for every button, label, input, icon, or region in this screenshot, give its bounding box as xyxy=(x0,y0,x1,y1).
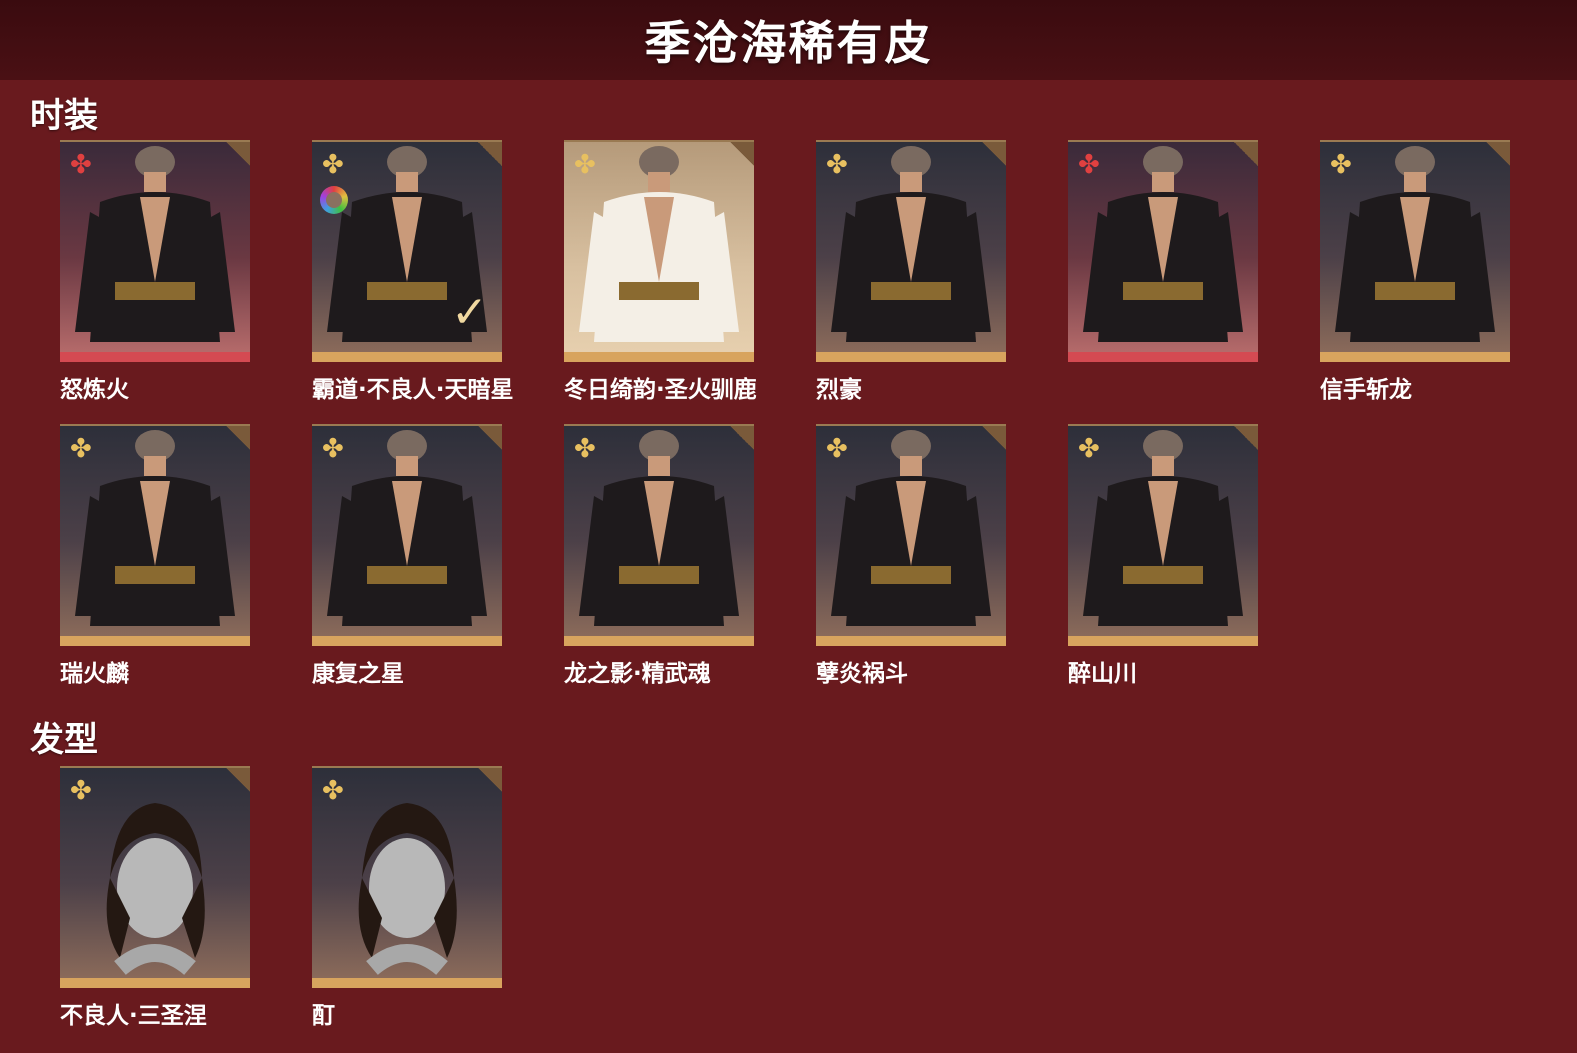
skin-name: 烈豪 xyxy=(816,377,862,403)
gold-flower-icon: ✤ xyxy=(826,434,848,464)
skin-thumbnail[interactable]: ✤ xyxy=(60,766,250,988)
outfit-card[interactable]: ✤ 龙之影·精武魂 xyxy=(564,424,754,688)
outfit-card[interactable]: ✤ 康复之星 xyxy=(312,424,502,688)
outfit-card[interactable]: ✤ 怒炼火 xyxy=(60,140,250,404)
skin-thumbnail[interactable]: ✤ xyxy=(816,140,1006,362)
corner-tab-icon xyxy=(226,426,250,450)
skin-name: 信手斩龙 xyxy=(1320,377,1412,403)
skin-name: 康复之星 xyxy=(312,661,404,687)
skin-name: 醉山川 xyxy=(1068,661,1137,687)
skin-name: 孽炎祸斗 xyxy=(816,661,908,687)
outfit-card[interactable]: ✤ 孽炎祸斗 xyxy=(816,424,1006,688)
gold-flower-icon: ✤ xyxy=(70,776,92,806)
skin-thumbnail[interactable]: ✤ xyxy=(312,766,502,988)
gold-flower-icon: ✤ xyxy=(574,150,596,180)
skin-thumbnail[interactable]: ✤ ✓ xyxy=(312,140,502,362)
hairstyle-card[interactable]: ✤ 酊 xyxy=(312,766,502,1030)
skin-name: 冬日绮韵·圣火驯鹿 xyxy=(564,377,757,403)
outfit-card[interactable]: ✤ 醉山川 xyxy=(1068,424,1258,688)
skin-thumbnail[interactable]: ✤ xyxy=(1068,140,1258,362)
red-flower-icon: ✤ xyxy=(70,150,92,180)
gold-flower-icon: ✤ xyxy=(322,434,344,464)
gold-flower-icon: ✤ xyxy=(574,434,596,464)
checkmark-icon: ✓ xyxy=(451,287,488,338)
skin-name: 龙之影·精武魂 xyxy=(564,661,711,687)
corner-tab-icon xyxy=(1234,426,1258,450)
skin-thumbnail[interactable]: ✤ xyxy=(312,424,502,646)
outfit-card[interactable]: ✤ 瑞火麟 xyxy=(60,424,250,688)
skin-thumbnail[interactable]: ✤ xyxy=(1068,424,1258,646)
corner-tab-icon xyxy=(226,768,250,792)
corner-tab-icon xyxy=(478,768,502,792)
outfit-card[interactable]: ✤ 冬日绮韵·圣火驯鹿 xyxy=(564,140,757,404)
gold-flower-icon: ✤ xyxy=(1078,434,1100,464)
corner-tab-icon xyxy=(478,142,502,166)
outfit-card[interactable]: ✤ 信手斩龙 xyxy=(1320,140,1510,404)
corner-tab-icon xyxy=(1486,142,1510,166)
section-title-hairstyles: 发型 xyxy=(30,720,98,760)
skin-name: 不良人·三圣涅 xyxy=(60,1003,207,1029)
skin-name: 酊 xyxy=(312,1003,335,1029)
gold-flower-icon: ✤ xyxy=(322,150,344,180)
page-header: 季沧海稀有皮 xyxy=(0,0,1577,80)
gold-flower-icon: ✤ xyxy=(1330,150,1352,180)
skin-name: 怒炼火 xyxy=(60,377,129,403)
corner-tab-icon xyxy=(730,142,754,166)
skin-name: 瑞火麟 xyxy=(60,661,129,687)
outfit-card[interactable]: ✤ ✓ 霸道·不良人·天暗星 xyxy=(312,140,514,404)
red-flower-icon: ✤ xyxy=(1078,150,1100,180)
skin-thumbnail[interactable]: ✤ xyxy=(60,140,250,362)
outfit-card[interactable]: ✤ 烈豪 xyxy=(816,140,1006,404)
outfit-card[interactable]: ✤ xyxy=(1068,140,1258,370)
skin-thumbnail[interactable]: ✤ xyxy=(564,140,754,362)
corner-tab-icon xyxy=(478,426,502,450)
skin-thumbnail[interactable]: ✤ xyxy=(1320,140,1510,362)
gold-flower-icon: ✤ xyxy=(70,434,92,464)
gold-flower-icon: ✤ xyxy=(826,150,848,180)
corner-tab-icon xyxy=(1234,142,1258,166)
gold-flower-icon: ✤ xyxy=(322,776,344,806)
skin-thumbnail[interactable]: ✤ xyxy=(816,424,1006,646)
dye-wheel-icon xyxy=(320,186,348,214)
hairstyle-card[interactable]: ✤ 不良人·三圣涅 xyxy=(60,766,250,1030)
skin-thumbnail[interactable]: ✤ xyxy=(60,424,250,646)
skin-thumbnail[interactable]: ✤ xyxy=(564,424,754,646)
corner-tab-icon xyxy=(982,426,1006,450)
corner-tab-icon xyxy=(982,142,1006,166)
section-title-outfits: 时装 xyxy=(30,96,98,136)
corner-tab-icon xyxy=(730,426,754,450)
corner-tab-icon xyxy=(226,142,250,166)
page-title: 季沧海稀有皮 xyxy=(644,16,933,70)
skin-name: 霸道·不良人·天暗星 xyxy=(312,377,514,403)
